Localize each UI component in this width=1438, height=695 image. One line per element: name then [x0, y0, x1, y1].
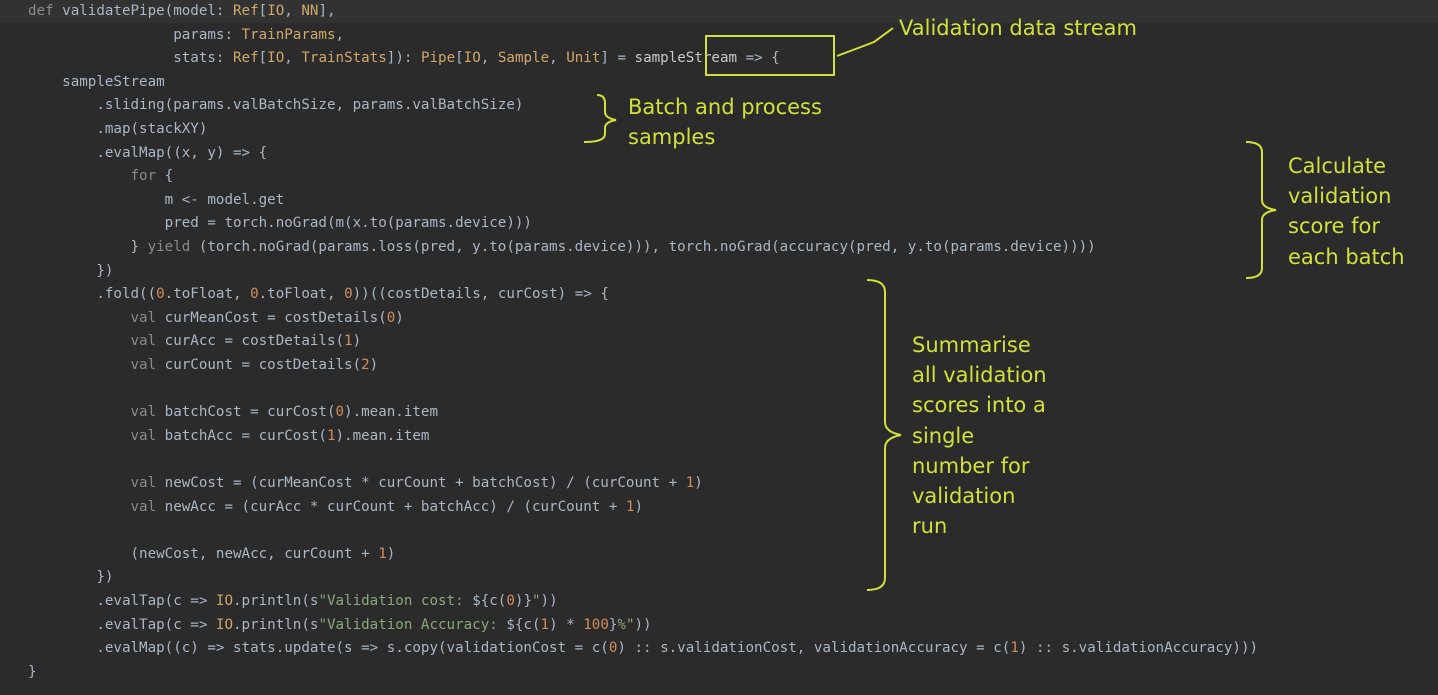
summarise-line: Summarise [912, 333, 1031, 357]
calc-score-line: validation [1288, 184, 1392, 209]
summarise-line: number for [912, 453, 1030, 478]
batch-process-label: Batch and process samples [628, 92, 822, 152]
calc-score-label: Calculate validation score for each batc… [1288, 151, 1405, 272]
summarise-line: validation [912, 484, 1016, 509]
validation-stream-label: Validation data stream [899, 16, 1137, 40]
calc-score-line: Calculate [1288, 154, 1387, 178]
summarise-brace [866, 279, 902, 591]
summarise-line: run [912, 514, 948, 539]
summarise-label: Summarise all validation scores into a s… [912, 330, 1047, 541]
calc-score-line: score for [1288, 214, 1380, 239]
validation-stream-leader [836, 27, 894, 57]
calc-score-brace [1245, 141, 1277, 279]
calc-score-line: each batch [1288, 244, 1405, 269]
batch-process-line: Batch and process [628, 95, 822, 119]
batch-process-line: samples [628, 125, 716, 150]
batch-process-brace [583, 94, 617, 143]
summarise-line: all validation [912, 363, 1047, 388]
summarise-line: single [912, 423, 975, 448]
summarise-line: scores into a [912, 393, 1046, 418]
